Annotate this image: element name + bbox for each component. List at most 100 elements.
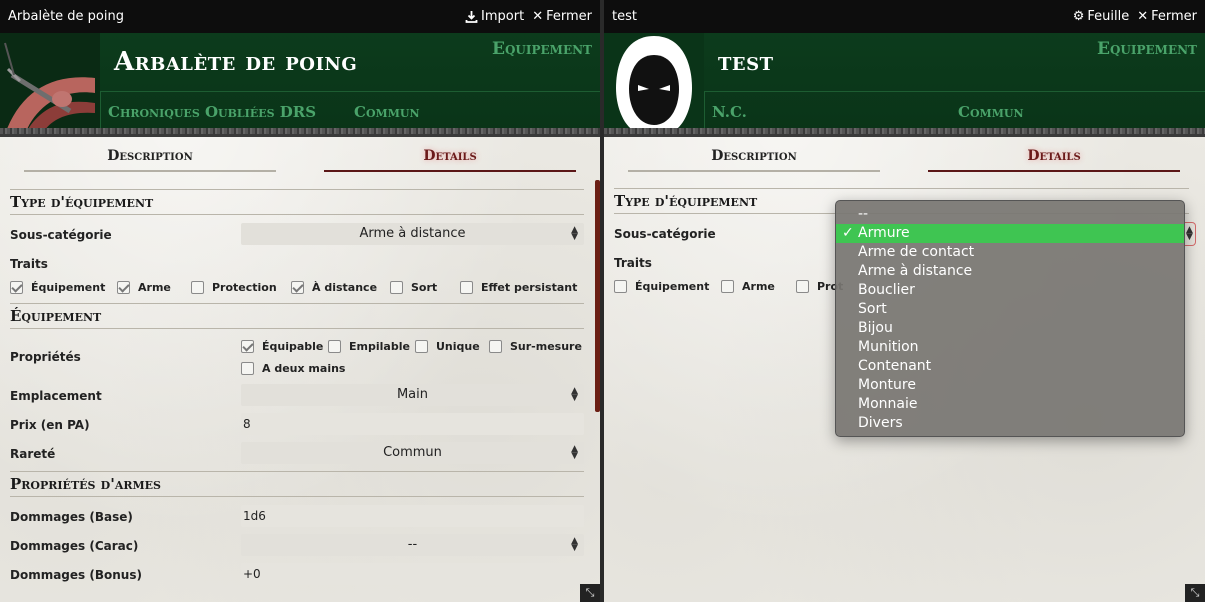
- trait-checkbox-equipement[interactable]: Équipement: [10, 281, 105, 294]
- property-checkbox-equipable[interactable]: Équipable: [241, 340, 323, 353]
- sheet-label: Feuille: [1087, 9, 1130, 24]
- checkmark-icon: ✓: [842, 225, 854, 241]
- trait-label: Protection: [212, 281, 277, 294]
- resize-handle-icon[interactable]: ⤡: [580, 584, 600, 602]
- dropdown-option[interactable]: Munition: [836, 338, 1184, 357]
- slot-select[interactable]: Main ▲ ▼: [241, 384, 584, 406]
- trait-label: Arme: [138, 281, 171, 294]
- resize-handle-icon[interactable]: ⤡: [1185, 584, 1205, 602]
- dropdown-option[interactable]: Arme de contact: [836, 243, 1184, 262]
- property-checkbox-unique[interactable]: Unique: [415, 340, 480, 353]
- property-label: A deux mains: [262, 362, 346, 375]
- price-input[interactable]: 8: [241, 413, 584, 435]
- item-source[interactable]: Chroniques Oubliées DRS: [108, 103, 316, 121]
- trait-checkbox-protection[interactable]: Protection: [191, 281, 277, 294]
- window-title: Arbalète de poing: [8, 9, 124, 24]
- scrollbar[interactable]: [595, 180, 600, 412]
- dropdown-option[interactable]: Sort: [836, 300, 1184, 319]
- close-button[interactable]: ✕ Fermer: [532, 9, 592, 24]
- tab-description[interactable]: Description: [24, 140, 276, 172]
- property-checkbox-sur-mesure[interactable]: Sur-mesure: [489, 340, 582, 353]
- dropdown-option[interactable]: Bijou: [836, 319, 1184, 338]
- checkbox[interactable]: [489, 340, 502, 353]
- checkbox[interactable]: [721, 280, 734, 293]
- window-titlebar[interactable]: test ⚙ Feuille ✕ Fermer: [604, 0, 1205, 33]
- close-icon: ✕: [1137, 9, 1149, 24]
- damage-bonus-label: Dommages (Bonus): [10, 568, 142, 582]
- subcategory-dropdown[interactable]: -- ✓ Armure Arme de contact Arme à dista…: [835, 200, 1185, 437]
- checkbox[interactable]: [390, 281, 403, 294]
- import-button[interactable]: Import: [465, 9, 524, 24]
- item-name[interactable]: Arbalète de poing: [114, 47, 357, 77]
- trait-checkbox-a-distance[interactable]: À distance: [291, 281, 377, 294]
- damage-stat-value: --: [407, 537, 418, 552]
- subcategory-select[interactable]: ▲ ▼: [1184, 222, 1196, 246]
- subcategory-label: Sous-catégorie: [614, 227, 716, 241]
- item-source[interactable]: N.C.: [712, 103, 747, 121]
- checkbox[interactable]: [614, 280, 627, 293]
- item-portrait[interactable]: [604, 33, 704, 134]
- window-titlebar[interactable]: Arbalète de poing Import ✕ Fermer: [0, 0, 600, 33]
- tab-description[interactable]: Description: [628, 140, 880, 172]
- checkbox[interactable]: [796, 280, 809, 293]
- window-title: test: [612, 9, 637, 24]
- gear-icon: ⚙: [1072, 9, 1085, 24]
- dropdown-option[interactable]: --: [836, 205, 1184, 224]
- checkbox[interactable]: [291, 281, 304, 294]
- damage-bonus-input[interactable]: +0: [241, 563, 584, 585]
- property-checkbox-a-deux-mains[interactable]: A deux mains: [241, 362, 345, 375]
- close-button[interactable]: ✕ Fermer: [1137, 9, 1197, 24]
- rarity-label: Rareté: [10, 447, 56, 461]
- checkbox[interactable]: [328, 340, 341, 353]
- property-label: Empilable: [349, 340, 410, 353]
- damage-stat-select[interactable]: -- ▲ ▼: [241, 534, 584, 556]
- subcategory-label: Sous-catégorie: [10, 228, 112, 242]
- checkbox[interactable]: [460, 281, 473, 294]
- crossbow-image: [0, 33, 100, 134]
- trait-checkbox-arme[interactable]: Arme: [117, 281, 171, 294]
- dropdown-option[interactable]: Divers: [836, 414, 1184, 433]
- trait-checkbox-sort[interactable]: Sort: [390, 281, 437, 294]
- property-checkbox-empilable[interactable]: Empilable: [328, 340, 410, 353]
- select-arrows-icon: ▲ ▼: [571, 536, 578, 553]
- header-divider: [100, 91, 600, 92]
- item-name[interactable]: test: [718, 47, 774, 77]
- traits-label: Traits: [10, 257, 48, 271]
- tab-details[interactable]: Details: [928, 140, 1180, 172]
- checkbox[interactable]: [241, 340, 254, 353]
- slot-value: Main: [396, 387, 429, 402]
- header-border: [604, 128, 1205, 134]
- sheet-config-button[interactable]: ⚙ Feuille: [1073, 9, 1130, 24]
- trait-checkbox-effet-persistant[interactable]: Effet persistant: [460, 281, 577, 294]
- properties-label: Propriétés: [10, 350, 81, 364]
- trait-label: Équipement: [635, 280, 710, 293]
- dropdown-option[interactable]: Bouclier: [836, 281, 1184, 300]
- section-equipment-type: Type d'équipement: [10, 189, 584, 215]
- dropdown-option[interactable]: Monnaie: [836, 395, 1184, 414]
- subcategory-select[interactable]: Arme à distance ▲ ▼: [241, 223, 584, 245]
- tab-details[interactable]: Details: [324, 140, 576, 172]
- item-rarity-header[interactable]: Commun: [958, 103, 1024, 121]
- trait-checkbox-arme[interactable]: Arme: [721, 280, 775, 293]
- damage-base-label: Dommages (Base): [10, 510, 133, 524]
- damage-base-input[interactable]: 1d6: [241, 505, 584, 527]
- item-rarity-header[interactable]: Commun: [354, 103, 420, 121]
- dropdown-option[interactable]: Monture: [836, 376, 1184, 395]
- dropdown-option[interactable]: Arme à distance: [836, 262, 1184, 281]
- dropdown-option[interactable]: Contenant: [836, 357, 1184, 376]
- trait-checkbox-equipement[interactable]: Équipement: [614, 280, 709, 293]
- dropdown-option-selected[interactable]: ✓ Armure: [836, 224, 1184, 243]
- checkbox[interactable]: [117, 281, 130, 294]
- checkbox[interactable]: [241, 362, 254, 375]
- close-icon: ✕: [532, 9, 544, 24]
- item-portrait[interactable]: [0, 33, 100, 134]
- trait-label: Arme: [742, 280, 775, 293]
- select-arrows-icon: ▲ ▼: [571, 225, 578, 242]
- header-divider: [704, 91, 1205, 92]
- rarity-select[interactable]: Commun ▲ ▼: [241, 442, 584, 464]
- trait-label: À distance: [312, 281, 378, 294]
- checkbox[interactable]: [415, 340, 428, 353]
- import-label: Import: [481, 9, 525, 24]
- checkbox[interactable]: [10, 281, 23, 294]
- checkbox[interactable]: [191, 281, 204, 294]
